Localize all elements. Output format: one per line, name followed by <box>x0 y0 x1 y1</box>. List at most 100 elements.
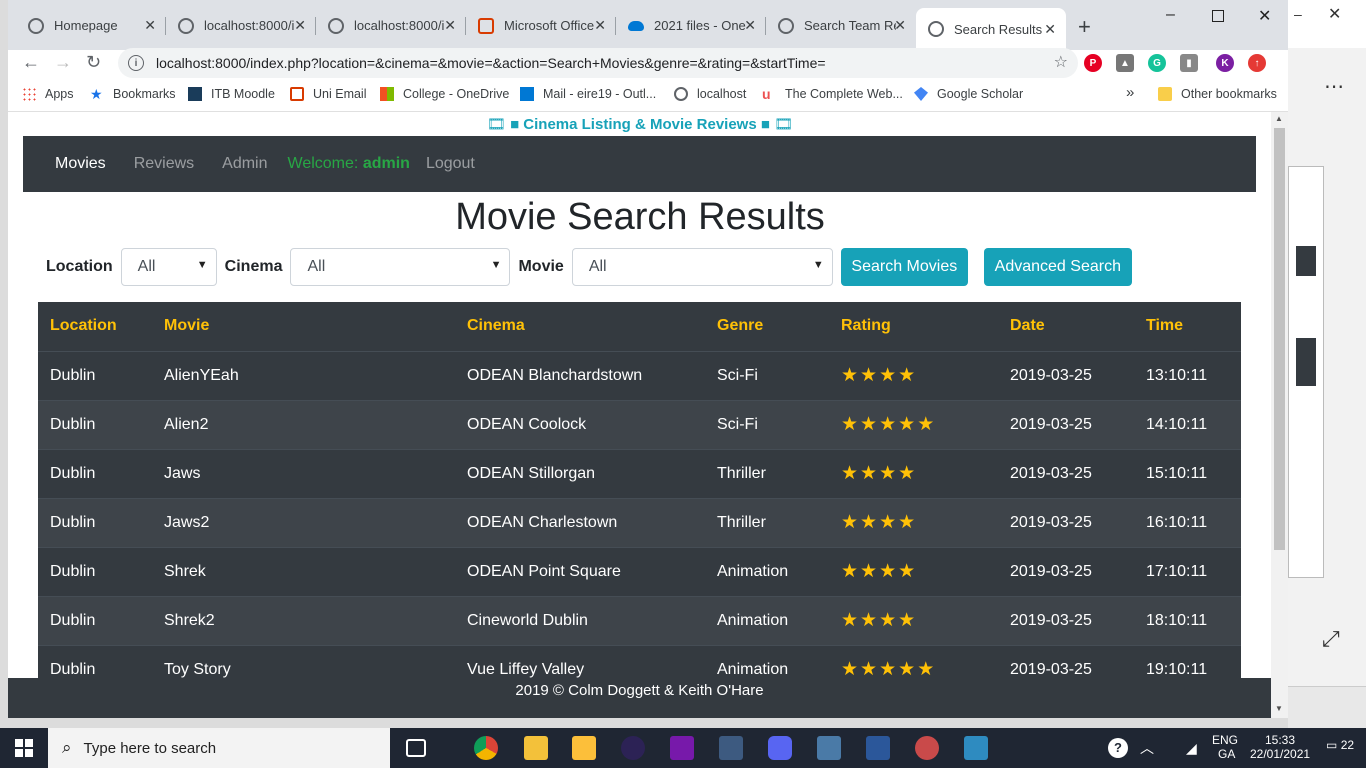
task-view-icon[interactable] <box>406 739 426 757</box>
scrollbar-thumb[interactable] <box>1274 128 1285 550</box>
column-header[interactable]: Movie <box>152 302 455 352</box>
eclipse-icon[interactable] <box>621 736 645 760</box>
analytics-extension-icon[interactable]: ▮ <box>1180 54 1198 72</box>
cell-cinema: Cineworld Dublin <box>455 595 705 645</box>
cell-movie: Jaws <box>152 448 455 498</box>
browser-tab[interactable]: Microsoft Office ✕ <box>466 9 616 42</box>
cell-rating: ★ ★ ★ ★ ★ <box>829 644 998 678</box>
bookmark-uni-email[interactable]: Uni Email <box>290 87 367 101</box>
close-tab-icon[interactable]: ✕ <box>744 17 756 34</box>
bookmark-bookmarks[interactable]: ★ Bookmarks <box>90 87 176 101</box>
column-header[interactable]: Location <box>38 302 152 352</box>
update-extension-icon[interactable]: ↑ <box>1248 54 1266 72</box>
bookmark-star-icon[interactable]: ☆ <box>1054 52 1068 72</box>
microsoft-icon <box>380 87 394 101</box>
column-header[interactable]: Genre <box>705 302 829 352</box>
file-explorer-icon[interactable] <box>524 736 548 760</box>
bookmark-google-scholar[interactable]: Google Scholar <box>914 87 1023 101</box>
close-tab-icon[interactable]: ✕ <box>294 17 306 34</box>
nav-admin[interactable]: Admin <box>222 155 267 173</box>
word-icon[interactable] <box>866 736 890 760</box>
scroll-down-icon[interactable]: ▼ <box>1275 704 1283 713</box>
chevron-up-icon[interactable]: ︿ <box>1140 738 1154 758</box>
location-select[interactable]: All ▼ <box>120 248 217 286</box>
close-tab-icon[interactable]: ✕ <box>894 17 906 34</box>
chrome-icon[interactable] <box>474 736 498 760</box>
star-icon: ★ <box>898 561 916 582</box>
back-icon[interactable]: ← <box>22 52 40 73</box>
scroll-up-icon[interactable]: ▲ <box>1275 114 1283 123</box>
profile-avatar[interactable]: K <box>1216 54 1234 72</box>
more-bookmarks-icon[interactable]: » <box>1126 84 1134 101</box>
page-scrollbar[interactable]: ▲ ▼ <box>1271 112 1288 718</box>
onenote-icon[interactable] <box>670 736 694 760</box>
maximize-icon[interactable] <box>1212 10 1224 22</box>
clock[interactable]: 15:33 22/01/2021 <box>1250 733 1310 761</box>
movie-select[interactable]: All ▼ <box>571 248 833 286</box>
close-tab-icon[interactable]: ✕ <box>144 17 156 34</box>
photos-icon[interactable] <box>964 736 988 760</box>
site-title: 🎞︎ ■ Cinema Listing & Movie Reviews ■ 🎞︎ <box>8 115 1272 133</box>
minimize-icon[interactable]: – <box>1166 6 1175 24</box>
nav-reviews[interactable]: Reviews <box>134 155 194 173</box>
column-header[interactable]: Rating <box>829 302 998 352</box>
more-options-icon[interactable]: ⋯ <box>1324 74 1345 99</box>
taskbar-search-box[interactable]: ⌕ Type here to search <box>48 728 390 768</box>
close-tab-icon[interactable]: ✕ <box>1044 21 1056 38</box>
bookmark-apps[interactable]: Apps <box>22 87 74 101</box>
close-icon[interactable]: ✕ <box>1328 4 1341 24</box>
browser-tab[interactable]: localhost:8000/i ✕ <box>316 9 466 42</box>
advanced-search-button[interactable]: Advanced Search <box>983 248 1132 286</box>
nav-logout[interactable]: Logout <box>426 155 475 173</box>
close-tab-icon[interactable]: ✕ <box>594 17 606 34</box>
browser-tab[interactable]: Homepage ✕ <box>16 9 166 42</box>
pinterest-icon[interactable]: P <box>1084 54 1102 72</box>
address-bar[interactable]: i localhost:8000/index.php?location=&cin… <box>118 48 1078 78</box>
star-icon: ★ <box>879 365 897 386</box>
cell-rating: ★ ★ ★ ★ <box>829 595 998 645</box>
table-row: Dublin Jaws2 ODEAN Charlestown Thriller ★ ★ ★ ★… <box>38 497 1241 547</box>
workbench-icon[interactable] <box>719 736 743 760</box>
tab-title: localhost:8000/i <box>204 18 295 33</box>
start-button[interactable] <box>0 728 48 768</box>
browser-tab[interactable]: 2021 files - One ✕ <box>616 9 766 42</box>
reload-icon[interactable]: ↻ <box>86 52 101 73</box>
bookmark-complete-web[interactable]: u The Complete Web... <box>762 87 903 101</box>
cinema-select[interactable]: All ▼ <box>290 248 511 286</box>
browser-tab[interactable]: Search Team Re ✕ <box>766 9 916 42</box>
expand-icon[interactable]: ⤢ <box>1322 626 1340 652</box>
cloud-extension-icon[interactable]: ▲ <box>1116 54 1134 72</box>
search-movies-button[interactable]: Search Movies <box>840 248 968 286</box>
grammarly-icon[interactable]: G <box>1148 54 1166 72</box>
nav-movies[interactable]: Movies <box>55 155 106 173</box>
bookmark-itb-moodle[interactable]: ITB Moodle <box>188 87 275 101</box>
language-indicator[interactable]: ENG GA <box>1212 733 1238 761</box>
phpstorm-icon[interactable] <box>572 736 596 760</box>
page-title: Movie Search Results <box>455 196 825 238</box>
paint-icon[interactable] <box>915 736 939 760</box>
browser-tab-active[interactable]: Search Results ✕ <box>916 8 1066 50</box>
bookmark-mail[interactable]: Mail - eire19 - Outl... <box>520 87 656 101</box>
bookmark-label: Uni Email <box>313 87 367 101</box>
bookmark-localhost[interactable]: localhost <box>674 87 746 101</box>
navbar: Movies Reviews Admin Welcome: admin Logo… <box>23 136 1256 192</box>
close-tab-icon[interactable]: ✕ <box>444 17 456 34</box>
info-icon[interactable]: i <box>128 55 144 71</box>
bookmark-college-onedrive[interactable]: College - OneDrive <box>380 87 509 101</box>
column-header[interactable]: Cinema <box>455 302 705 352</box>
browser-tab[interactable]: localhost:8000/i ✕ <box>166 9 316 42</box>
column-header[interactable]: Time <box>1134 302 1241 352</box>
forward-icon[interactable]: → <box>54 52 72 73</box>
minimize-icon[interactable]: – <box>1294 6 1302 22</box>
close-window-icon[interactable]: ✕ <box>1258 6 1271 26</box>
keyboard-layout: GA <box>1218 747 1236 761</box>
discord-icon[interactable] <box>768 736 792 760</box>
bookmark-other[interactable]: Other bookmarks <box>1158 87 1277 101</box>
network-icon[interactable]: ◢ <box>1186 740 1197 757</box>
diagram-app-icon[interactable] <box>817 736 841 760</box>
cell-rating: ★ ★ ★ ★ <box>829 546 998 596</box>
column-header[interactable]: Date <box>998 302 1134 352</box>
notification-center[interactable]: ▭ 22 <box>1326 738 1354 752</box>
new-tab-icon[interactable]: + <box>1078 14 1091 40</box>
help-icon[interactable]: ? <box>1108 738 1128 758</box>
